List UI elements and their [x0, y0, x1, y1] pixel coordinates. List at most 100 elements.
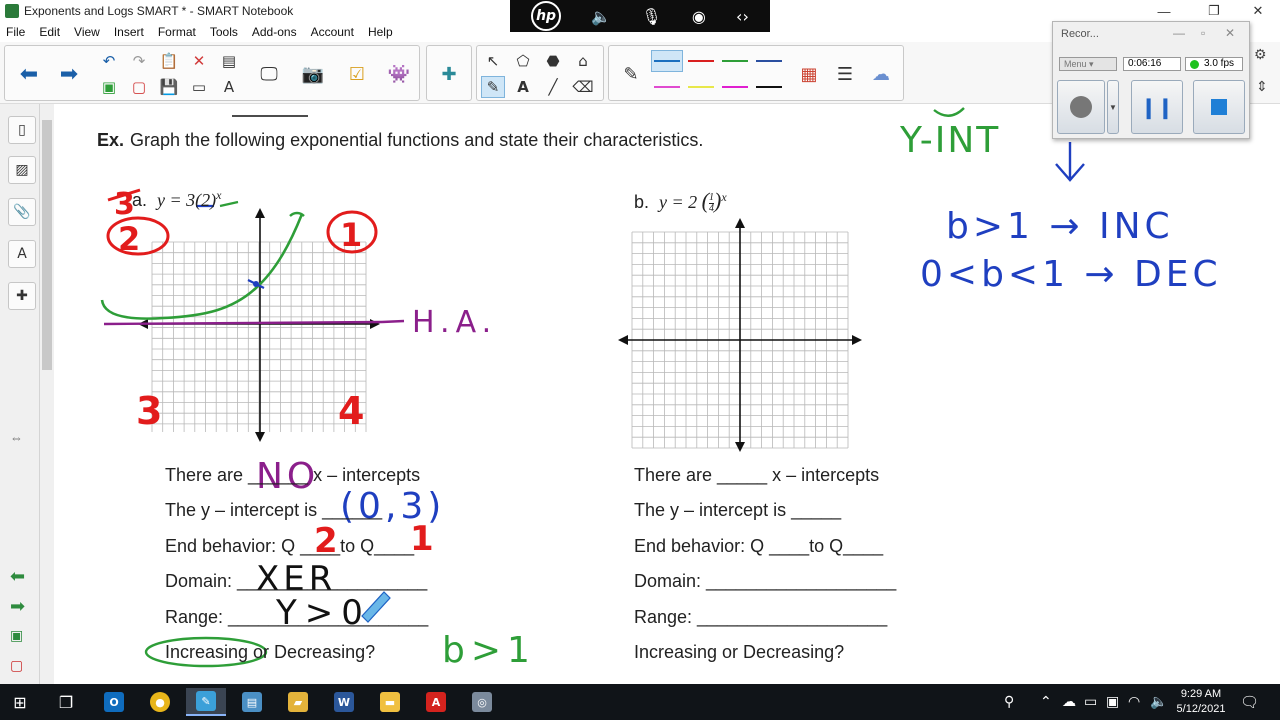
menu-addons[interactable]: Add-ons	[252, 25, 297, 39]
text-format-icon[interactable]: A	[217, 76, 241, 98]
system-clock[interactable]: 9:29 AM 5/12/2021	[1166, 687, 1236, 717]
menu-edit[interactable]: Edit	[39, 25, 60, 39]
task-view-button[interactable]: ❐	[46, 688, 86, 716]
recorder-restore-button[interactable]: ▫	[1201, 26, 1205, 40]
people-icon[interactable]: ⚲	[1004, 684, 1014, 720]
notebook-page[interactable]: H.A. 3 2 1 3 4 NO (0,3) 2 1 XER Y>0 b>1 Y-INT b>1 → IN…	[54, 104, 1280, 684]
text-tool-icon[interactable]: A	[511, 76, 535, 98]
scrollbar-thumb[interactable]	[42, 120, 52, 370]
properties-tab-icon[interactable]: A	[8, 240, 36, 268]
recorder-menu-dropdown[interactable]: Menu ▾	[1059, 57, 1117, 71]
camera-icon[interactable]: 📷	[293, 50, 333, 98]
gallery-icon[interactable]: ▨	[8, 156, 36, 184]
add-page-icon[interactable]: ▣	[97, 76, 121, 98]
answer-b-gt-1: b>1	[442, 630, 536, 671]
toolbar-expand-icon[interactable]: ⇕	[1256, 78, 1268, 95]
fill-icon[interactable]: ⌂	[571, 50, 595, 72]
record-button[interactable]	[1057, 80, 1105, 134]
line-style-icon[interactable]: ☰	[825, 50, 865, 98]
pen-type-icon[interactable]: ✎	[611, 50, 651, 98]
pen-color-8[interactable]	[753, 76, 785, 98]
properties-icon[interactable]: ☁	[861, 50, 901, 98]
restore-button[interactable]: ❐	[1194, 0, 1234, 22]
speaker-mute-icon[interactable]: 🔈	[591, 7, 611, 26]
smart-notebook-button[interactable]: ✎	[186, 688, 226, 716]
attachments-icon[interactable]: 📎	[8, 198, 36, 226]
color-palette-icon[interactable]: ▦	[789, 50, 829, 98]
screen-capture-button[interactable]: ▤	[232, 688, 272, 716]
close-button[interactable]: ✕	[1238, 0, 1278, 22]
notification-icon[interactable]: 🗨	[1240, 684, 1259, 720]
sidebar-delete-page-icon[interactable]: ▢	[10, 658, 23, 674]
menu-insert[interactable]: Insert	[114, 25, 144, 39]
add-ons-icon[interactable]: ▤	[217, 50, 241, 72]
folder-button[interactable]: ▬	[370, 688, 410, 716]
pen-color-7[interactable]	[719, 76, 751, 98]
onedrive-icon[interactable]: ☁	[1062, 684, 1076, 720]
full-screen-icon[interactable]: ▭	[187, 76, 211, 98]
line-tool-icon[interactable]: ╱	[541, 76, 565, 98]
start-button[interactable]: ⊞	[0, 688, 40, 716]
menu-account[interactable]: Account	[311, 25, 354, 39]
save-icon[interactable]: 💾	[157, 76, 181, 98]
record-options-button[interactable]: ▼	[1107, 80, 1119, 134]
outlook-button[interactable]: O	[94, 688, 134, 716]
file-explorer-button[interactable]: ▰	[278, 688, 318, 716]
resize-handle-icon[interactable]: ⇔	[10, 430, 23, 445]
shapes-icon[interactable]: ⬣	[541, 50, 565, 72]
sidebar-next-icon[interactable]: ➡	[10, 596, 25, 617]
meet-now-icon[interactable]: ▣	[1106, 684, 1119, 720]
undo-icon[interactable]: ↶	[97, 50, 121, 72]
pen-tool-icon[interactable]: ✎	[481, 76, 505, 98]
menu-tools[interactable]: Tools	[210, 25, 238, 39]
pen-color-2[interactable]	[685, 50, 717, 72]
chrome-button[interactable]: ●	[140, 688, 180, 716]
volume-icon[interactable]: 🔈	[1150, 684, 1167, 720]
screen-recorder-window[interactable]: Recor... — ▫ ✕ Menu ▾ 0:06:16 3.0 fps ▼ …	[1052, 21, 1250, 139]
menu-help[interactable]: Help	[368, 25, 393, 39]
sidebar-add-page-icon[interactable]: ▣	[10, 628, 23, 644]
display-icon[interactable]: 🖵	[249, 50, 289, 98]
mic-mute-icon[interactable]: 🎙	[641, 7, 661, 26]
shape-recognition-icon[interactable]: ⬠	[511, 50, 535, 72]
tray-expand-icon[interactable]: ⌃	[1040, 684, 1052, 720]
menu-format[interactable]: Format	[158, 25, 196, 39]
pen-color-3[interactable]	[719, 50, 751, 72]
delete-icon[interactable]: ✕	[187, 50, 211, 72]
problem-a-exponent: x	[216, 188, 222, 202]
response-icon[interactable]: ☑	[337, 50, 377, 98]
battery-icon[interactable]: ▭	[1084, 684, 1097, 720]
pen-color-1[interactable]	[651, 50, 683, 72]
word-button[interactable]: W	[324, 688, 364, 716]
delete-page-icon[interactable]: ▢	[127, 76, 151, 98]
paste-icon[interactable]: 📋	[157, 50, 181, 72]
pen-color-5[interactable]	[651, 76, 683, 98]
folder-icon: ▬	[380, 692, 400, 712]
previous-page-icon[interactable]: ⬅	[9, 50, 49, 98]
activity-builder-icon[interactable]: 👾	[379, 50, 419, 98]
menu-view[interactable]: View	[74, 25, 100, 39]
pen-color-6[interactable]	[685, 76, 717, 98]
menu-file[interactable]: File	[6, 25, 25, 39]
page-sorter-icon[interactable]: ▯	[8, 116, 36, 144]
minimize-button[interactable]: —	[1144, 0, 1184, 22]
recorder-minimize-button[interactable]: —	[1173, 26, 1185, 40]
addons-tab-icon[interactable]: ✚	[8, 282, 36, 310]
sidebar-prev-icon[interactable]: ⬅	[10, 566, 25, 587]
stop-button[interactable]	[1193, 80, 1245, 134]
wifi-icon[interactable]: ◠	[1128, 684, 1140, 720]
pause-button[interactable]: ❙❙	[1131, 80, 1183, 134]
pen-color-4[interactable]	[753, 50, 785, 72]
recorder-close-button[interactable]: ✕	[1225, 26, 1235, 40]
recorder-button[interactable]: ◎	[462, 688, 502, 716]
redo-icon[interactable]: ↷	[127, 50, 151, 72]
puzzle-icon[interactable]: ✚	[429, 50, 469, 98]
acrobat-button[interactable]: A	[416, 688, 456, 716]
settings-icon[interactable]: ⚙	[1254, 46, 1267, 63]
select-icon[interactable]: ↖	[481, 50, 505, 72]
eraser-icon[interactable]: ⌫	[571, 76, 595, 98]
pen-swatch	[654, 86, 680, 88]
next-page-icon[interactable]: ➡	[49, 50, 89, 98]
broadcast-icon[interactable]: ◉	[692, 7, 706, 26]
code-icon[interactable]: ‹›	[736, 7, 749, 26]
